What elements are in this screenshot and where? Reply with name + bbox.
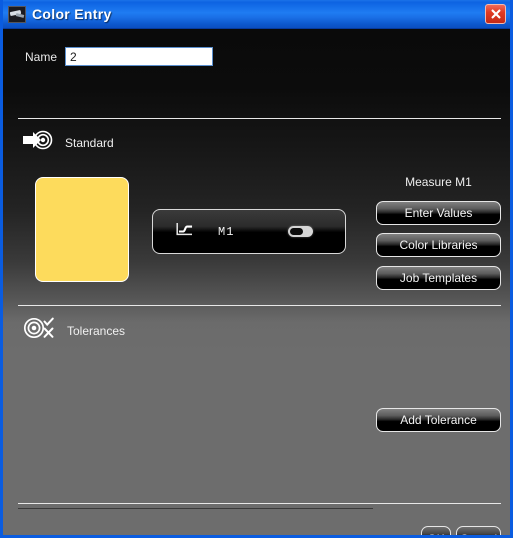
divider-bottom-shadow: [18, 508, 373, 509]
tolerances-section-header: Tolerances: [23, 317, 125, 344]
measurement-toggle[interactable]: [288, 226, 313, 237]
name-row: Name: [25, 47, 214, 66]
curve-graph-icon: [176, 222, 194, 241]
target-check-x-icon: [23, 317, 59, 344]
name-input[interactable]: [65, 47, 214, 66]
color-libraries-button[interactable]: Color Libraries: [376, 233, 501, 257]
standard-label: Standard: [65, 135, 114, 150]
job-templates-button[interactable]: Job Templates: [376, 266, 501, 290]
color-swatch[interactable]: [35, 177, 129, 282]
enter-values-button[interactable]: Enter Values: [376, 201, 501, 225]
camera-icon: [8, 5, 26, 23]
standard-section-header: Standard: [23, 130, 114, 155]
measurement-strip[interactable]: M1: [152, 209, 346, 254]
cancel-button[interactable]: Cancel: [456, 526, 501, 535]
arrow-target-icon: [23, 130, 57, 155]
close-icon[interactable]: [485, 4, 506, 24]
name-label: Name: [25, 49, 58, 64]
measure-panel-title: Measure M1: [405, 175, 472, 189]
window-title: Color Entry: [32, 6, 112, 22]
tolerances-label: Tolerances: [67, 323, 126, 338]
dialog-body: Name Standard: [3, 29, 510, 535]
divider-bottom: [18, 503, 501, 504]
add-tolerance-button[interactable]: Add Tolerance: [376, 408, 501, 432]
color-entry-window: Color Entry Name Standard: [0, 0, 513, 538]
divider-middle: [18, 305, 501, 306]
measurement-label: M1: [218, 224, 235, 239]
ok-button[interactable]: OK: [421, 526, 451, 535]
divider-top: [18, 118, 501, 119]
titlebar: Color Entry: [3, 0, 510, 29]
